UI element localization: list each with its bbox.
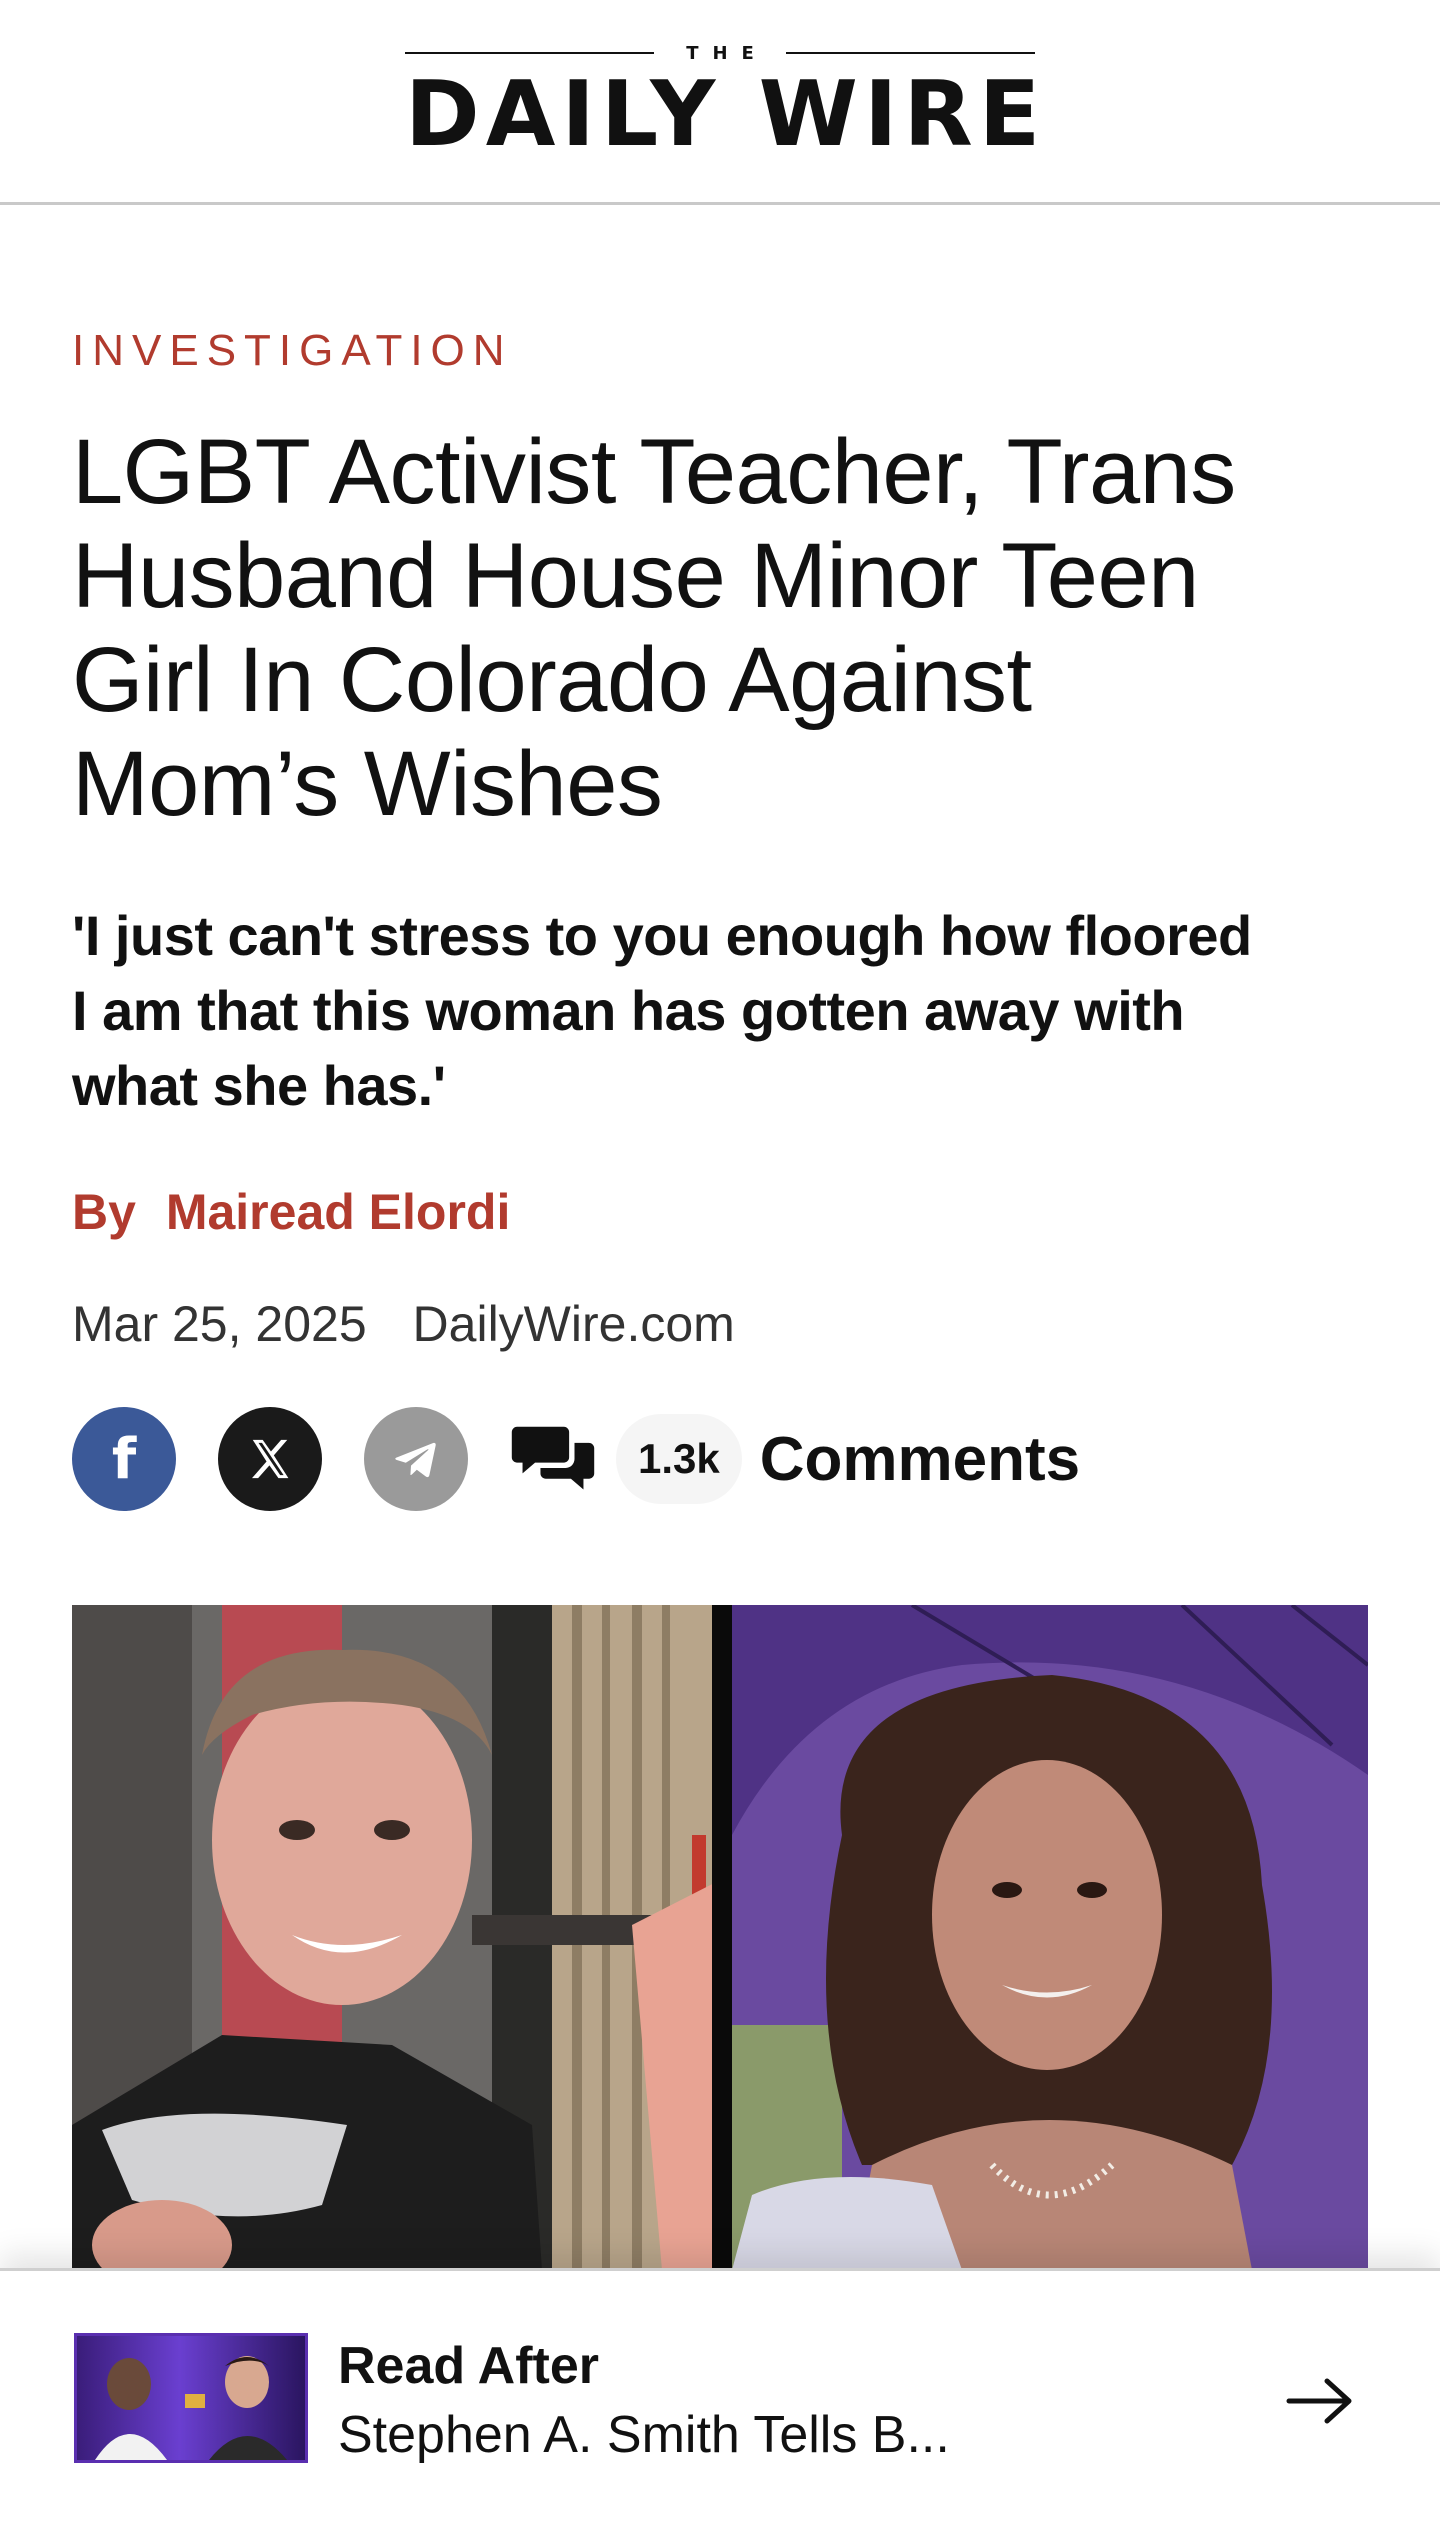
dek-line: 'I just can't stress to you enough how f… — [72, 904, 1252, 967]
masthead: THE DAILY WIRE — [0, 0, 1440, 205]
read-after-title: Read After — [338, 2337, 600, 2395]
read-after-thumbnail-art — [95, 2356, 287, 2460]
dek-line: I am that this woman has gotten away wit… — [72, 979, 1185, 1042]
hero-photo-right — [732, 1605, 1368, 2270]
logo-rule-left — [405, 52, 655, 54]
article-dek: 'I just can't stress to you enough how f… — [72, 898, 1392, 1123]
facebook-icon: f — [111, 1426, 137, 1492]
share-row: f 1.3k Comments — [72, 1407, 1080, 1511]
comments-icon[interactable] — [510, 1416, 596, 1502]
logo-wordmark: DAILY WIRE — [405, 62, 1047, 167]
headline-line: Husband House Minor Teen — [72, 525, 1199, 627]
read-after-thumbnail[interactable] — [74, 2333, 308, 2463]
x-icon — [251, 1439, 289, 1479]
headline-line: Girl In Colorado Against — [72, 629, 1032, 731]
byline-prefix: By — [72, 1184, 136, 1240]
section-kicker[interactable]: INVESTIGATION — [72, 326, 513, 376]
byline: By Mairead Elordi — [72, 1183, 510, 1241]
headline-line: LGBT Activist Teacher, Trans — [72, 421, 1236, 523]
hero-photo-left — [72, 1605, 730, 2270]
read-after-headline[interactable]: Stephen A. Smith Tells B... — [338, 2405, 950, 2465]
hero-photo-divider — [712, 1605, 734, 2270]
telegram-icon — [395, 1442, 436, 1478]
logo-rule-right — [785, 52, 1036, 54]
comments-link[interactable]: Comments — [760, 1424, 1080, 1495]
arrow-right-icon[interactable] — [1285, 2371, 1355, 2431]
author-link[interactable]: Mairead Elordi — [166, 1184, 511, 1240]
daily-wire-logo[interactable]: THE DAILY WIRE — [405, 30, 1040, 167]
comment-count-badge[interactable]: 1.3k — [616, 1414, 742, 1504]
facebook-share-button[interactable]: f — [72, 1407, 176, 1511]
read-after-bar[interactable]: Read After Stephen A. Smith Tells B... — [0, 2268, 1440, 2522]
dek-line: what she has.' — [72, 1054, 446, 1117]
article-headline: LGBT Activist Teacher, Trans Husband Hou… — [72, 420, 1372, 836]
dateline: Mar 25, 2025 DailyWire.com — [72, 1295, 735, 1353]
publish-date: Mar 25, 2025 — [72, 1296, 367, 1352]
publication-source: DailyWire.com — [412, 1296, 735, 1352]
hero-image — [72, 1605, 1368, 2270]
x-share-button[interactable] — [218, 1407, 322, 1511]
telegram-share-button[interactable] — [364, 1407, 468, 1511]
headline-line: Mom’s Wishes — [72, 733, 663, 835]
